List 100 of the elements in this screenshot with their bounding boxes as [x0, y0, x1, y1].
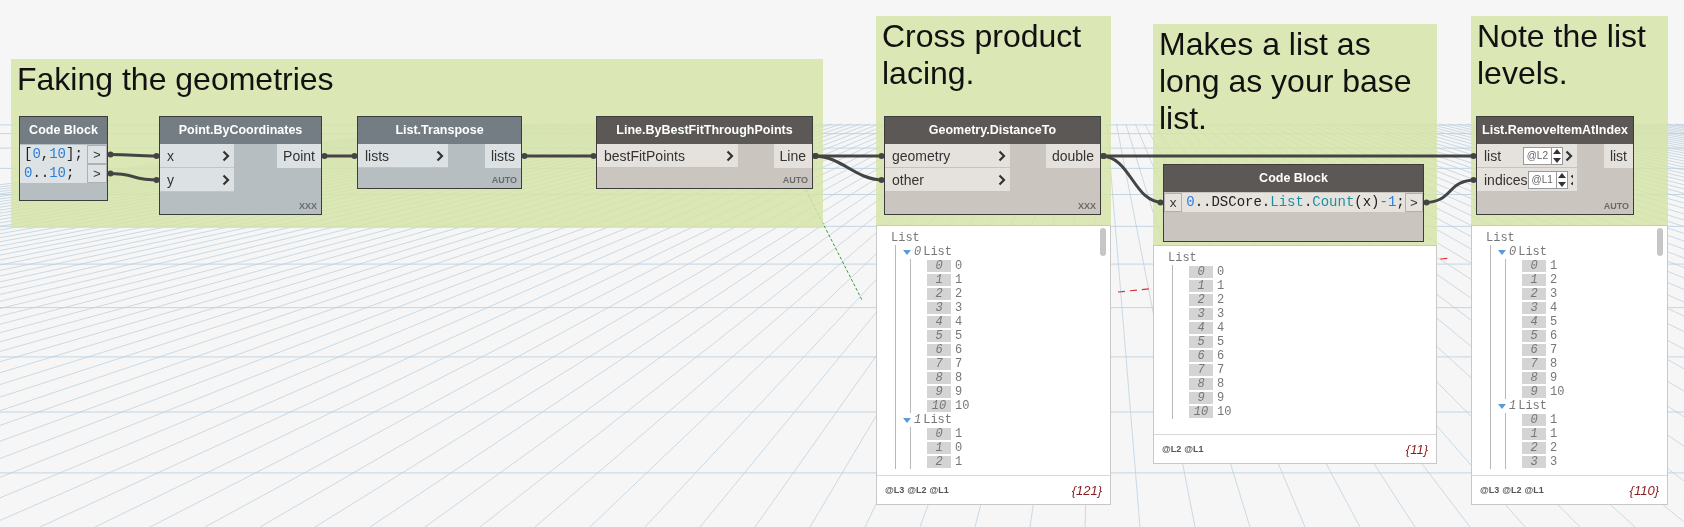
group-title: Makes a list as long as your base list. — [1159, 26, 1413, 137]
index-label: 5 — [1522, 330, 1546, 342]
scrollbar-thumb[interactable] — [1100, 228, 1106, 256]
index-label: 7 — [1522, 358, 1546, 370]
expanded-caret-icon[interactable] — [902, 416, 912, 424]
wire-connector — [107, 151, 160, 159]
node[interactable]: List.RemoveItemAtIndex list @L2 indices @L1 list AUTO — [1476, 116, 1634, 215]
spinner-icon[interactable] — [1551, 147, 1562, 164]
input-port[interactable]: list — [1484, 147, 1523, 164]
index-label: 1 — [1509, 399, 1517, 413]
index-label: 2 — [1189, 294, 1213, 306]
index-label: 10 — [1189, 406, 1213, 418]
list-level-label: @L3 — [1480, 485, 1500, 495]
index-label: 1 — [1522, 428, 1546, 440]
index-label: 7 — [1189, 364, 1213, 376]
index-label: 9 — [1522, 386, 1546, 398]
node[interactable]: Geometry.DistanceTo geometry other double XXX — [884, 116, 1101, 215]
index-label: 6 — [927, 344, 951, 356]
list-label: List — [923, 245, 952, 259]
expanded-caret-icon[interactable] — [1497, 248, 1507, 256]
output-port[interactable]: lists — [484, 144, 521, 168]
node[interactable]: Code Block [0,10]; > 0..10; > — [19, 116, 108, 201]
node[interactable]: Point.ByCoordinates x y Point XXX — [159, 116, 322, 215]
node[interactable]: List.Transpose lists lists AUTO — [357, 116, 522, 189]
index-label: 6 — [1522, 344, 1546, 356]
spinner-icon[interactable] — [1555, 171, 1567, 188]
index-label: 8 — [1522, 372, 1546, 384]
group-title: Note the list levels. — [1477, 18, 1647, 92]
lacing-label: XXX — [299, 201, 318, 213]
list-value: 1 — [955, 273, 963, 287]
group-title: Faking the geometries — [17, 61, 335, 98]
wire-connector — [321, 153, 358, 159]
index-label: 6 — [1189, 350, 1213, 362]
index-label: 5 — [1189, 336, 1213, 348]
scrollbar-thumb[interactable] — [1657, 228, 1663, 256]
output-port[interactable]: list — [1603, 144, 1633, 168]
index-label: 1 — [1522, 274, 1546, 286]
index-label: 4 — [1189, 322, 1213, 334]
output-port[interactable]: Point — [277, 144, 321, 168]
index-label: 2 — [927, 288, 951, 300]
list-value: 1 — [1550, 413, 1558, 427]
input-port[interactable]: x — [1164, 193, 1183, 212]
node[interactable]: Line.ByBestFitThroughPoints bestFitPoints Line AUTO — [596, 116, 813, 189]
list-value: 10 — [955, 399, 970, 413]
list-level-field[interactable]: @L2 — [1522, 146, 1563, 165]
wire-connector — [107, 170, 160, 183]
expanded-caret-icon[interactable] — [1497, 402, 1507, 410]
output-port[interactable]: double — [1045, 144, 1100, 168]
list-value: 3 — [1550, 287, 1558, 301]
list-value: 1 — [1550, 259, 1558, 273]
index-label: 3 — [927, 302, 951, 314]
node-title: List.Transpose — [358, 117, 521, 144]
list-value: 6 — [1550, 329, 1558, 343]
index-label: 1 — [1189, 280, 1213, 292]
output-port[interactable]: > — [87, 164, 107, 183]
index-label: 8 — [927, 372, 951, 384]
list-value: 0 — [955, 441, 963, 455]
list-value: 1 — [1217, 279, 1225, 293]
index-label: 9 — [1189, 392, 1213, 404]
node-title: Geometry.DistanceTo — [885, 117, 1100, 144]
list-level-label: @L1 — [1184, 444, 1204, 454]
list-level-label: @L2 — [1502, 485, 1522, 495]
node-title: List.RemoveItemAtIndex — [1477, 117, 1633, 144]
node-title: Line.ByBestFitThroughPoints — [597, 117, 812, 144]
output-port[interactable]: > — [87, 145, 107, 164]
lacing-label: XXX — [1078, 201, 1097, 213]
index-label: 4 — [1522, 316, 1546, 328]
index-label: 5 — [927, 330, 951, 342]
list-value: 2 — [1217, 293, 1225, 307]
index-label: 0 — [927, 260, 951, 272]
list-value: 0 — [955, 259, 963, 273]
wire-connector — [1423, 177, 1477, 206]
list-value: 5 — [1217, 335, 1225, 349]
list-label: List — [1518, 245, 1547, 259]
index-label: 0 — [1522, 414, 1546, 426]
item-count: {110} — [1629, 482, 1659, 498]
input-port[interactable]: indices — [1484, 171, 1528, 188]
list-level-label: @L2 — [907, 485, 927, 495]
list-level-label: @L3 — [885, 485, 905, 495]
node[interactable]: Code Block x 0..DSCore.List.Count(x)-1; > — [1163, 164, 1424, 242]
index-label: 2 — [1522, 288, 1546, 300]
index-label: 2 — [1522, 442, 1546, 454]
index-label: 0 — [1509, 245, 1517, 259]
list-value: 6 — [955, 343, 963, 357]
list-value: 10 — [1217, 405, 1232, 419]
list-value: 10 — [1550, 385, 1565, 399]
index-label: 9 — [927, 386, 951, 398]
index-label: 2 — [927, 456, 951, 468]
list-value: 1 — [955, 427, 963, 441]
expanded-caret-icon[interactable] — [902, 248, 912, 256]
index-label: 1 — [914, 413, 922, 427]
list-level-field[interactable]: @L1 — [1527, 170, 1568, 189]
list-level-label: @L1 — [929, 485, 949, 495]
list-value: 3 — [955, 301, 963, 315]
output-port[interactable]: Line — [773, 144, 812, 168]
index-label: 3 — [1522, 456, 1546, 468]
list-value: 5 — [1550, 315, 1558, 329]
node-title: Code Block — [1164, 165, 1423, 192]
index-label: 0 — [1522, 260, 1546, 272]
list-value: 3 — [1217, 307, 1225, 321]
